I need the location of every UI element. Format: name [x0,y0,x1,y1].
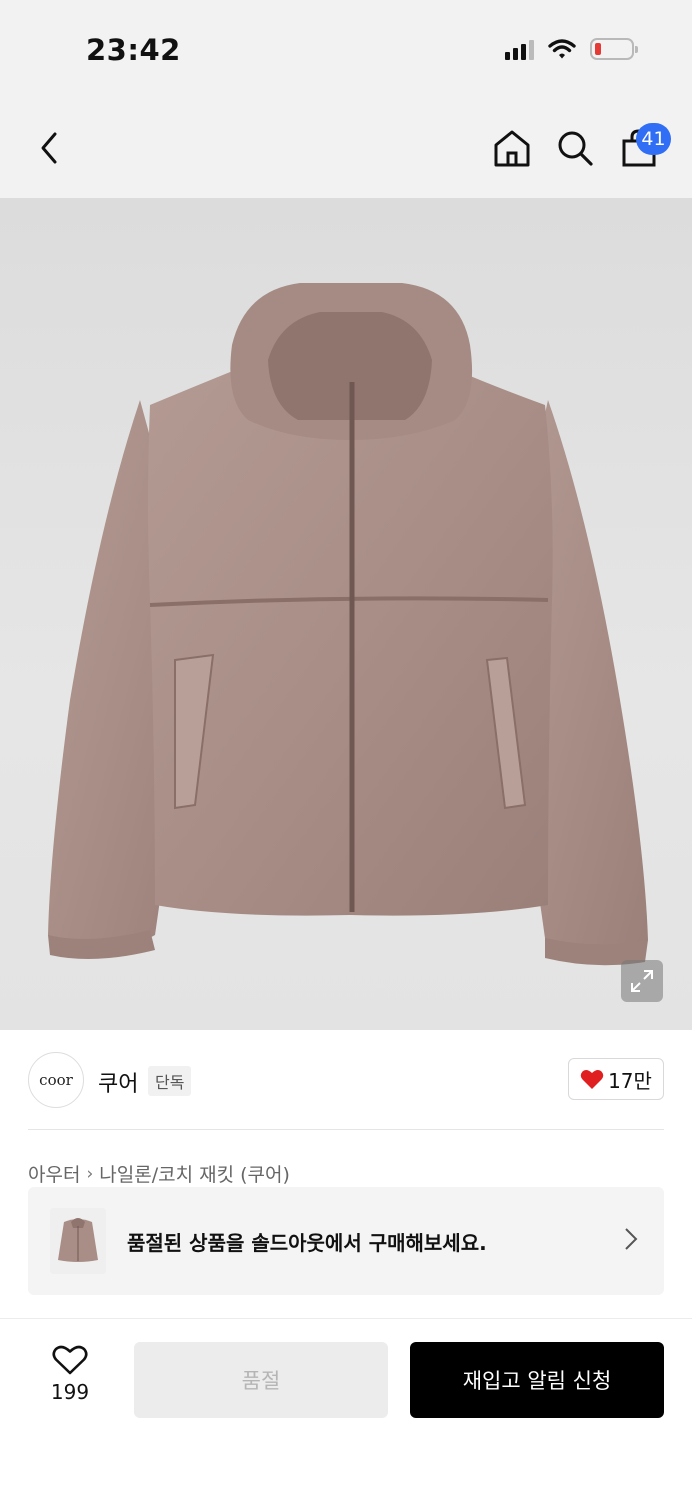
cart-count-badge: 41 [636,123,671,155]
back-icon [41,132,57,164]
search-button[interactable] [552,125,598,171]
expand-image-button[interactable] [621,960,663,1002]
breadcrumb-category[interactable]: 아우터 [28,1160,80,1187]
banner-thumbnail [50,1208,106,1274]
chevron-right-icon: › [86,1163,94,1184]
heart-icon [580,1070,604,1089]
brand-like-button[interactable]: 17만 [568,1058,664,1100]
nav-bar [0,100,692,198]
bottom-divider [0,1318,692,1319]
battery-icon [590,38,638,60]
soldout-button: 품절 [134,1342,388,1418]
wifi-icon [548,39,576,59]
status-icons [505,38,638,60]
breadcrumb-subcategory[interactable]: 나일론/코치 재킷 (쿠어) [99,1160,290,1187]
exclusive-tag: 단독 [148,1066,192,1096]
expand-icon [631,970,653,992]
restock-alert-button[interactable]: 재입고 알림 신청 [410,1342,664,1418]
jacket-illustration [48,283,648,966]
wishlist-count: 199 [50,1380,90,1404]
chevron-right-icon [625,1228,638,1250]
search-icon [558,131,593,166]
home-button[interactable] [489,125,535,171]
soldout-banner[interactable]: 품절된 상품을 솔드아웃에서 구매해보세요. [28,1187,664,1295]
brand-row: coor 쿠어 단독 17만 [28,1052,664,1110]
back-button[interactable] [26,125,72,171]
product-image[interactable] [0,198,692,1030]
cellular-signal-icon [505,38,534,60]
wishlist-button[interactable]: 199 [40,1344,100,1414]
brand-name[interactable]: 쿠어 [98,1066,138,1098]
banner-text: 품절된 상품을 솔드아웃에서 구매해보세요. [127,1231,487,1255]
brand-logo[interactable]: coor [28,1052,84,1108]
divider [28,1129,664,1130]
breadcrumb: 아우터 › 나일론/코치 재킷 (쿠어) [28,1160,290,1187]
heart-icon [52,1345,88,1375]
status-time: 23:42 [86,33,181,67]
brand-like-count: 17만 [608,1068,652,1093]
status-bar: 23:42 [0,0,692,100]
home-icon [494,130,530,167]
